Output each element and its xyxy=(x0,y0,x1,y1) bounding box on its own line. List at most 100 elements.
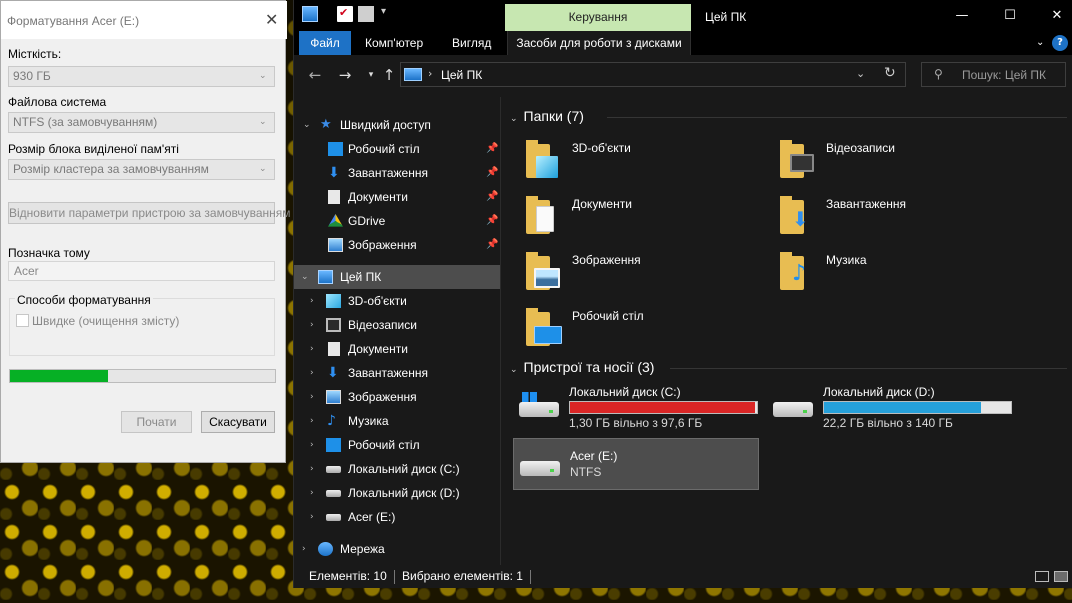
sidebar-item-videos[interactable]: › Відеозаписи xyxy=(294,313,500,337)
pin-icon[interactable]: 📌 xyxy=(486,233,498,257)
sidebar-item-drive-e[interactable]: › Acer (E:) xyxy=(294,505,500,529)
sidebar-item-desktop[interactable]: Робочий стіл 📌 xyxy=(294,137,500,161)
refresh-icon[interactable]: ↻ xyxy=(884,65,896,81)
sidebar-item-gdrive[interactable]: GDrive 📌 xyxy=(294,209,500,233)
chevron-right-icon[interactable]: › xyxy=(310,361,314,385)
quick-format-checkbox[interactable] xyxy=(16,314,29,327)
sidebar-item-pictures[interactable]: Зображення 📌 xyxy=(294,233,500,257)
sidebar-item-music[interactable]: › ♪ Музика xyxy=(294,409,500,433)
chevron-right-icon[interactable]: › xyxy=(310,505,314,529)
format-dialog: Форматування Acer (E:) ✕ Місткість: 930 … xyxy=(0,0,291,463)
close-button[interactable]: ✕ xyxy=(1034,0,1072,31)
chevron-right-icon[interactable]: › xyxy=(310,289,314,313)
sidebar-item-drive-d[interactable]: › Локальний диск (D:) xyxy=(294,481,500,505)
quick-access-toolbar-dropdown-icon[interactable]: ▾ xyxy=(381,6,386,17)
chevron-right-icon[interactable]: › xyxy=(310,409,314,433)
close-icon[interactable]: ✕ xyxy=(265,10,278,29)
pin-icon[interactable]: 📌 xyxy=(486,137,498,161)
sidebar-item-downloads[interactable]: ⬇ Завантаження 📌 xyxy=(294,161,500,185)
chevron-right-icon[interactable]: › xyxy=(310,313,314,337)
chevron-down-icon[interactable]: ⌄ xyxy=(303,113,311,137)
sidebar-item-quick-access[interactable]: ⌄ ★ Швидкий доступ xyxy=(294,113,500,137)
new-folder-icon[interactable] xyxy=(358,6,374,22)
large-icons-view-icon[interactable] xyxy=(1054,571,1068,582)
drive-name: Acer (E:) xyxy=(570,449,618,463)
folder-pictures[interactable]: Зображення xyxy=(524,247,764,297)
sidebar-item-pc-documents[interactable]: › Документи xyxy=(294,337,500,361)
details-view-icon[interactable] xyxy=(1035,571,1049,582)
sidebar-item-pc-pictures[interactable]: › Зображення xyxy=(294,385,500,409)
chevron-right-icon[interactable]: › xyxy=(302,537,306,561)
chevron-right-icon[interactable]: › xyxy=(310,481,314,505)
folder-label: Завантаження xyxy=(826,197,906,211)
sidebar-item-network[interactable]: › Мережа xyxy=(294,537,500,561)
file-system-select[interactable]: NTFS (за замовчуванням) ⌄ xyxy=(8,112,275,133)
tab-computer[interactable]: Комп'ютер xyxy=(365,31,423,55)
folder-music[interactable]: ♪ Музика xyxy=(778,247,1018,297)
tab-file[interactable]: Файл xyxy=(299,31,351,55)
forward-button[interactable]: → xyxy=(334,65,356,85)
help-icon[interactable]: ? xyxy=(1052,35,1068,51)
folder-videos[interactable]: Відеозаписи xyxy=(778,135,1018,185)
address-path[interactable]: Цей ПК xyxy=(441,68,482,82)
context-tab-manage[interactable]: Керування xyxy=(505,4,691,31)
maximize-button[interactable]: ☐ xyxy=(987,0,1033,31)
up-button[interactable]: ↑ xyxy=(378,65,400,85)
ribbon-expand-icon[interactable]: ⌄ xyxy=(1036,31,1044,55)
drive-c[interactable]: Локальний диск (C:) 1,30 ГБ вільно з 97,… xyxy=(513,380,759,432)
back-button[interactable]: ← xyxy=(304,65,326,85)
minimize-button[interactable]: — xyxy=(939,0,985,31)
chevron-right-icon[interactable]: › xyxy=(310,385,314,409)
capacity-select[interactable]: 930 ГБ ⌄ xyxy=(8,66,275,87)
sidebar-item-label: Локальний диск (D:) xyxy=(348,486,460,500)
drive-usage-bar xyxy=(823,401,1012,414)
pin-icon[interactable]: 📌 xyxy=(486,161,498,185)
sidebar-item-label: Зображення xyxy=(348,238,417,252)
chevron-right-icon[interactable]: › xyxy=(310,433,314,457)
breadcrumb-arrow-icon[interactable]: › xyxy=(428,67,432,80)
sidebar-item-pc-downloads[interactable]: › ⬇ Завантаження xyxy=(294,361,500,385)
group-header-folders[interactable]: ⌄ Папки (7) xyxy=(510,108,584,128)
sidebar-item-3d-objects[interactable]: › 3D-об'єкти xyxy=(294,289,500,313)
chevron-right-icon[interactable]: › xyxy=(310,457,314,481)
drive-d[interactable]: Локальний диск (D:) 22,2 ГБ вільно з 140… xyxy=(767,380,1013,432)
chevron-right-icon[interactable]: › xyxy=(310,337,314,361)
chevron-down-icon: ⌄ xyxy=(259,164,267,174)
folder-3d-objects[interactable]: 3D-об'єкти xyxy=(524,135,764,185)
folder-desktop[interactable]: Робочий стіл xyxy=(524,303,764,353)
desktop-folder-icon xyxy=(524,306,566,346)
dialog-title: Форматування Acer (E:) xyxy=(7,14,140,28)
address-dropdown-icon[interactable]: ⌄ xyxy=(856,67,865,80)
volume-label-field[interactable]: Acer xyxy=(8,261,275,281)
pictures-icon xyxy=(326,390,341,404)
file-explorer-window: ▾ Керування Цей ПК — ☐ ✕ Файл Комп'ютер … xyxy=(293,0,1072,588)
folder-documents[interactable]: Документи xyxy=(524,191,764,241)
search-input[interactable]: ⚲ Пошук: Цей ПК xyxy=(921,62,1066,87)
start-button[interactable]: Почати xyxy=(121,411,192,433)
pin-icon[interactable]: 📌 xyxy=(486,185,498,209)
sidebar-item-documents[interactable]: Документи 📌 xyxy=(294,185,500,209)
status-selected-count: Вибрано елементів: 1 xyxy=(402,569,523,583)
folder-downloads[interactable]: ⬇ Завантаження xyxy=(778,191,1018,241)
tab-disk-tools[interactable]: Засоби для роботи з дисками xyxy=(507,31,691,55)
chevron-down-icon[interactable]: ⌄ xyxy=(510,114,518,124)
drive-e[interactable]: Acer (E:) NTFS xyxy=(513,438,759,490)
group-header-devices[interactable]: ⌄ Пристрої та носії (3) xyxy=(510,359,654,379)
tab-view[interactable]: Вигляд xyxy=(452,31,491,55)
sidebar-item-this-pc[interactable]: ⌄ Цей ПК xyxy=(294,265,500,289)
chevron-down-icon[interactable]: ⌄ xyxy=(301,265,309,289)
google-drive-icon xyxy=(328,214,343,227)
pin-icon[interactable]: 📌 xyxy=(486,209,498,233)
pane-splitter[interactable] xyxy=(500,97,501,565)
restore-defaults-button[interactable]: Відновити параметри пристрою за замовчув… xyxy=(8,202,291,224)
sidebar-item-label: Цей ПК xyxy=(340,270,382,284)
chevron-down-icon[interactable]: ⌄ xyxy=(510,365,518,375)
sidebar-item-label: GDrive xyxy=(348,214,386,228)
properties-icon[interactable] xyxy=(337,6,353,22)
sidebar-item-drive-c[interactable]: › Локальний диск (C:) xyxy=(294,457,500,481)
cancel-button[interactable]: Скасувати xyxy=(201,411,275,433)
address-bar[interactable]: › Цей ПК ⌄ ↻ xyxy=(400,62,906,87)
allocation-size-select[interactable]: Розмір кластера за замовчуванням ⌄ xyxy=(8,159,275,180)
sidebar-item-pc-desktop[interactable]: › Робочий стіл xyxy=(294,433,500,457)
sidebar-item-label: Відеозаписи xyxy=(348,318,417,332)
